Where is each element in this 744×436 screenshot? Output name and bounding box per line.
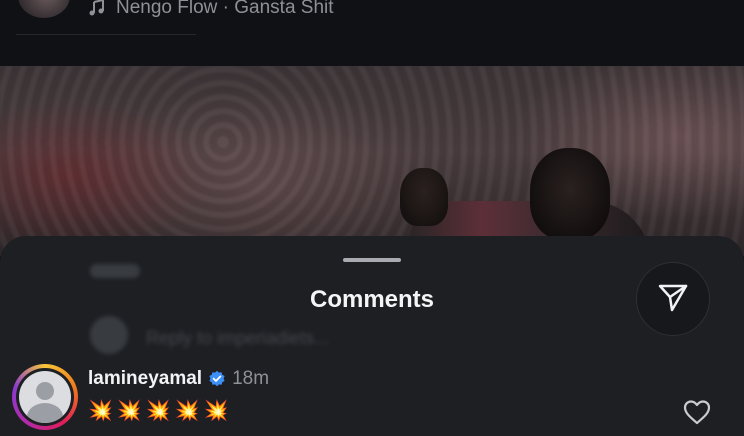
avatar-placeholder	[19, 371, 71, 423]
share-button[interactable]	[636, 262, 710, 336]
music-text: Nengo Flow · Gansta Shit	[116, 0, 334, 18]
comment-meta: lamineyamal 18m	[88, 368, 269, 390]
blurred-reply-text: Reply to imperiadiets...	[146, 328, 330, 348]
blurred-pill	[90, 264, 140, 278]
music-note-icon	[88, 0, 106, 17]
post-header: Nengo Flow · Gansta Shit	[0, 0, 744, 66]
share-icon	[656, 280, 690, 319]
avatar-ring	[16, 368, 74, 426]
comments-sheet: Reply to imperiadiets... Comments lamine…	[0, 236, 744, 436]
comment-username[interactable]: lamineyamal	[88, 368, 202, 390]
heart-icon	[682, 400, 712, 430]
sheet-title: Comments	[309, 286, 435, 313]
music-attribution[interactable]: Nengo Flow · Gansta Shit	[88, 0, 334, 20]
post-author-avatar[interactable]	[18, 0, 70, 18]
sheet-drag-handle[interactable]	[343, 258, 401, 262]
blurred-avatar	[90, 316, 128, 354]
player-hand	[400, 168, 448, 226]
verified-badge-icon	[208, 370, 226, 388]
player-head	[530, 148, 610, 240]
comment-text: 💥💥💥💥💥	[88, 400, 233, 422]
post-photo[interactable]	[0, 66, 744, 256]
comment-like-button[interactable]	[682, 398, 712, 426]
header-divider	[16, 34, 196, 35]
comment-time: 18m	[232, 368, 270, 389]
commenter-avatar[interactable]	[12, 364, 78, 430]
